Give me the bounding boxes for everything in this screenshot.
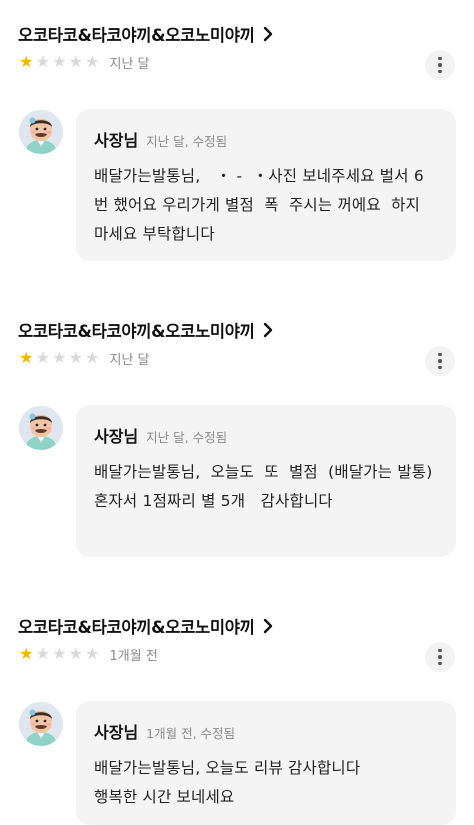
more-vertical-icon-dot bbox=[438, 359, 442, 363]
chevron-right-icon bbox=[261, 617, 275, 635]
star-icon: ★ bbox=[52, 52, 67, 71]
owner-reply-bubble: 사장님 지난 달, 수정됨 배달가는발통님, ・ - ・사진 보네주세요 벌서 … bbox=[76, 109, 456, 261]
star-icon: ★ bbox=[68, 644, 83, 663]
owner-reply-text: 배달가는발통님, 오늘도 리뷰 감사합니다 행복한 시간 보네세요 bbox=[94, 759, 361, 806]
owner-reply-header: 사장님 1개월 전, 수정됨 bbox=[94, 719, 438, 743]
more-vertical-icon-dot bbox=[438, 69, 442, 74]
review-date: 지난 달 bbox=[109, 352, 150, 368]
store-name-link[interactable]: 오코타코&타코야끼&오코노미야끼 bbox=[18, 614, 275, 638]
owner-reply-header: 사장님 지난 달, 수정됨 bbox=[94, 423, 438, 447]
owner-reply-meta: 지난 달, 수정됨 bbox=[146, 430, 228, 445]
star-icon: ★ bbox=[85, 644, 100, 663]
rating-row: ★ ★ ★ ★ ★ 지난 달 bbox=[18, 349, 150, 368]
owner-avatar bbox=[19, 702, 63, 746]
star-icon: ★ bbox=[19, 348, 34, 367]
star-rating: ★ ★ ★ ★ ★ bbox=[18, 646, 101, 662]
store-name: 오코타코&타코야끼&오코노미야끼 bbox=[18, 26, 255, 45]
star-icon: ★ bbox=[52, 644, 67, 663]
more-vertical-icon-dot bbox=[438, 661, 442, 666]
star-rating: ★ ★ ★ ★ ★ bbox=[18, 54, 101, 70]
owner-name: 사장님 bbox=[94, 427, 139, 446]
star-icon: ★ bbox=[19, 644, 34, 663]
owner-name: 사장님 bbox=[94, 131, 139, 150]
owner-reply-meta: 지난 달, 수정됨 bbox=[146, 134, 228, 149]
store-name: 오코타코&타코야끼&오코노미야끼 bbox=[18, 322, 255, 341]
star-icon: ★ bbox=[68, 52, 83, 71]
store-name: 오코타코&타코야끼&오코노미야끼 bbox=[18, 618, 255, 637]
rating-row: ★ ★ ★ ★ ★ 1개월 전 bbox=[18, 645, 158, 664]
star-icon: ★ bbox=[35, 348, 50, 367]
more-vertical-icon bbox=[438, 648, 442, 653]
star-rating: ★ ★ ★ ★ ★ bbox=[18, 350, 101, 366]
review-date: 지난 달 bbox=[109, 56, 150, 72]
more-vertical-icon-dot bbox=[438, 365, 442, 370]
owner-reply-bubble: 사장님 지난 달, 수정됨 배달가는발통님, 오늘도 또 별점 (배달가는 발통… bbox=[76, 405, 456, 557]
more-vertical-icon bbox=[438, 352, 442, 357]
store-name-link[interactable]: 오코타코&타코야끼&오코노미야끼 bbox=[18, 22, 275, 46]
more-vertical-icon-dot bbox=[438, 63, 442, 67]
owner-reply-text: 배달가는발통님, ・ - ・사진 보네주세요 벌서 6번 했어요 우리가게 별점… bbox=[94, 167, 426, 243]
star-icon: ★ bbox=[85, 348, 100, 367]
owner-reply-header: 사장님 지난 달, 수정됨 bbox=[94, 127, 438, 151]
more-options-button[interactable] bbox=[425, 642, 455, 672]
star-icon: ★ bbox=[35, 52, 50, 71]
review-date: 1개월 전 bbox=[109, 648, 158, 664]
chevron-right-icon bbox=[261, 321, 275, 339]
owner-avatar bbox=[19, 406, 63, 450]
star-icon: ★ bbox=[68, 348, 83, 367]
owner-avatar bbox=[19, 110, 63, 154]
more-vertical-icon bbox=[438, 56, 442, 61]
star-icon: ★ bbox=[52, 348, 67, 367]
owner-reply-text: 배달가는발통님, 오늘도 또 별점 (배달가는 발통) 혼자서 1점짜리 별 5… bbox=[94, 463, 438, 510]
owner-name: 사장님 bbox=[94, 723, 139, 742]
owner-reply-meta: 1개월 전, 수정됨 bbox=[146, 726, 236, 741]
store-name-link[interactable]: 오코타코&타코야끼&오코노미야끼 bbox=[18, 318, 275, 342]
star-icon: ★ bbox=[19, 52, 34, 71]
chevron-right-icon bbox=[261, 25, 275, 43]
star-icon: ★ bbox=[35, 644, 50, 663]
more-vertical-icon-dot bbox=[438, 655, 442, 659]
star-icon: ★ bbox=[85, 52, 100, 71]
rating-row: ★ ★ ★ ★ ★ 지난 달 bbox=[18, 53, 150, 72]
more-options-button[interactable] bbox=[425, 346, 455, 376]
owner-reply-bubble: 사장님 1개월 전, 수정됨 배달가는발통님, 오늘도 리뷰 감사합니다 행복한… bbox=[76, 701, 456, 825]
more-options-button[interactable] bbox=[425, 50, 455, 80]
